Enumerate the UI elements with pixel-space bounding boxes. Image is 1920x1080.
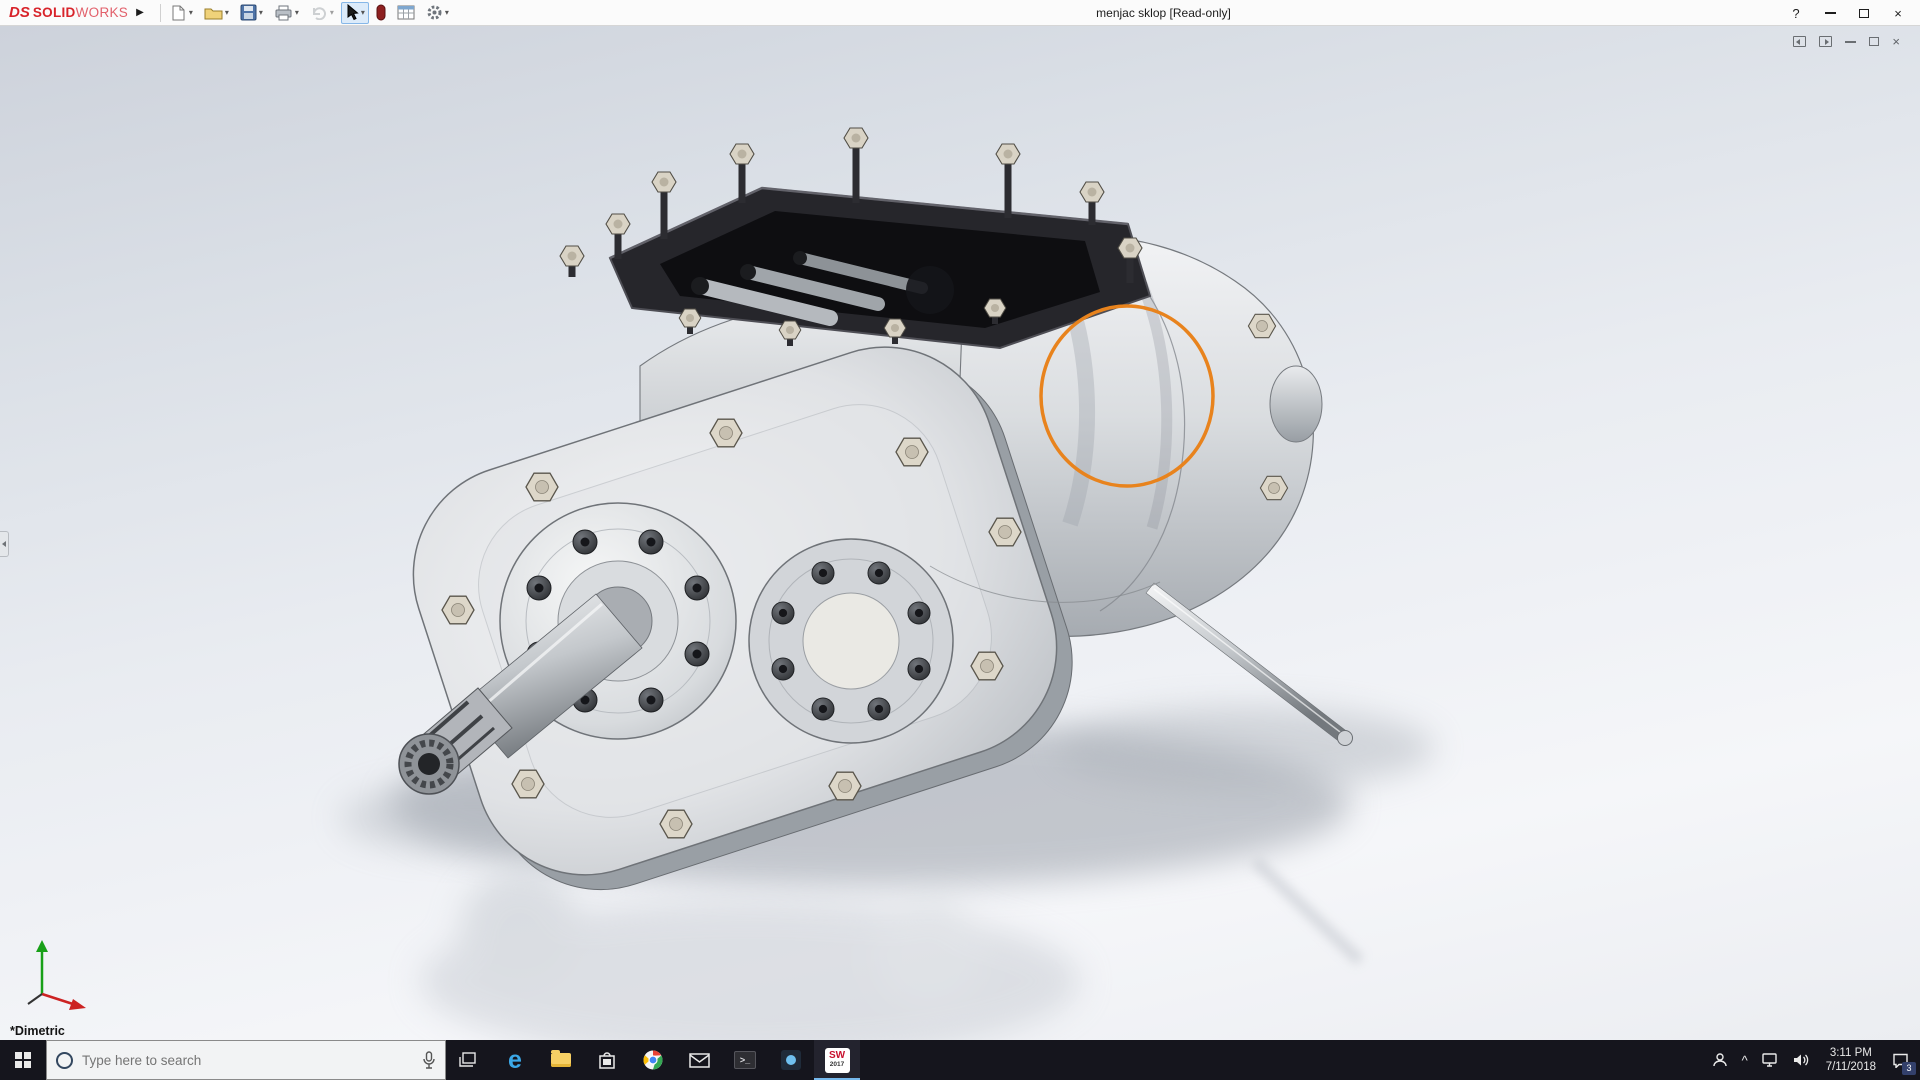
hidden-icons-button[interactable]: ^ xyxy=(1735,1040,1755,1080)
triad-x-axis xyxy=(42,994,76,1005)
design-table-button[interactable] xyxy=(393,2,419,24)
caret-up-icon: ^ xyxy=(1742,1053,1748,1068)
app-terminal[interactable]: >_ xyxy=(722,1040,768,1080)
appearance-pill-icon xyxy=(376,4,386,21)
gearbox-model[interactable] xyxy=(0,26,1920,1040)
help-button[interactable]: ? xyxy=(1782,2,1810,24)
folder-icon xyxy=(551,1053,571,1067)
document-window-controls: × xyxy=(1793,35,1900,48)
new-document-button[interactable]: ▾ xyxy=(165,2,197,24)
windows-logo-icon xyxy=(15,1052,31,1068)
select-cursor-icon xyxy=(345,4,359,21)
taskbar-clock[interactable]: 3:11 PM 7/11/2018 xyxy=(1817,1046,1885,1074)
window-controls: ? × xyxy=(1782,0,1912,26)
app-mail[interactable] xyxy=(676,1040,722,1080)
clock-time: 3:11 PM xyxy=(1826,1046,1876,1060)
triad-z-axis xyxy=(28,994,42,1004)
idler-cover xyxy=(749,539,953,743)
open-document-button[interactable]: ▾ xyxy=(200,2,233,24)
logo-solid: SOLID xyxy=(33,5,76,20)
minimize-icon xyxy=(1825,12,1836,14)
system-tray: ^ 3:11 PM 7/11/2018 3 xyxy=(1705,1040,1920,1080)
window-float-icon[interactable] xyxy=(1793,36,1806,47)
document-minimize-icon[interactable] xyxy=(1845,41,1856,43)
microphone-icon[interactable] xyxy=(422,1051,436,1069)
orientation-triad xyxy=(8,932,96,1020)
search-input[interactable] xyxy=(82,1053,413,1068)
app-solidworks[interactable]: SW 2017 xyxy=(814,1040,860,1080)
solidworks-window: DS SOLIDWORKS ▶ ▾ ▾ ▾ ▾ ▾ xyxy=(0,0,1920,1080)
network-button[interactable] xyxy=(1755,1040,1786,1080)
start-button[interactable] xyxy=(0,1040,46,1080)
people-button[interactable] xyxy=(1705,1040,1735,1080)
app-photos[interactable] xyxy=(768,1040,814,1080)
taskbar: e >_ SW 2017 ^ xyxy=(0,1040,1920,1080)
document-restore-icon[interactable] xyxy=(1869,37,1879,46)
cortana-icon xyxy=(56,1052,73,1069)
edge-icon: e xyxy=(508,1048,522,1073)
document-title: menjac sklop [Read-only] xyxy=(1096,6,1231,20)
logo-works: WORKS xyxy=(76,5,129,20)
task-view-icon xyxy=(459,1052,479,1068)
select-tool-button[interactable]: ▾ xyxy=(341,2,369,24)
app-browser[interactable] xyxy=(630,1040,676,1080)
app-edge[interactable]: e xyxy=(492,1040,538,1080)
options-button[interactable]: ▾ xyxy=(422,2,453,24)
action-center-button[interactable]: 3 xyxy=(1885,1040,1916,1080)
appearance-button[interactable] xyxy=(372,2,390,24)
triad-y-arrowhead xyxy=(36,940,48,952)
network-icon xyxy=(1762,1053,1779,1067)
titlebar: DS SOLIDWORKS ▶ ▾ ▾ ▾ ▾ ▾ xyxy=(0,0,1920,26)
maximize-button[interactable] xyxy=(1850,2,1878,24)
app-store[interactable] xyxy=(584,1040,630,1080)
maximize-icon xyxy=(1859,9,1869,18)
graphics-area[interactable]: × *Dimetric xyxy=(0,26,1920,1040)
window-dock-icon[interactable] xyxy=(1819,36,1832,47)
undo-arrow-icon xyxy=(310,5,328,20)
new-document-icon xyxy=(169,4,187,22)
solidworks-logo: DS SOLIDWORKS xyxy=(0,4,134,21)
mail-envelope-icon xyxy=(689,1053,710,1068)
minimize-button[interactable] xyxy=(1816,2,1844,24)
table-grid-icon xyxy=(397,5,415,20)
view-orientation-label: *Dimetric xyxy=(10,1024,65,1038)
triad-x-arrowhead xyxy=(69,999,86,1010)
toolbar-divider xyxy=(160,4,161,22)
app-file-explorer[interactable] xyxy=(538,1040,584,1080)
quick-access-toolbar: ▾ ▾ ▾ ▾ ▾ ▾ xyxy=(165,2,453,24)
volume-icon xyxy=(1793,1053,1810,1067)
taskbar-search[interactable] xyxy=(46,1040,446,1080)
volume-button[interactable] xyxy=(1786,1040,1817,1080)
terminal-icon: >_ xyxy=(734,1051,756,1069)
photos-icon xyxy=(781,1050,801,1070)
printer-icon xyxy=(274,4,293,21)
browser-circle-icon xyxy=(642,1049,664,1071)
save-floppy-icon xyxy=(240,4,257,21)
store-bag-icon xyxy=(598,1050,616,1070)
menu-expand-arrow-icon[interactable]: ▶ xyxy=(136,7,144,18)
save-button[interactable]: ▾ xyxy=(236,2,267,24)
clock-date: 7/11/2018 xyxy=(1826,1060,1876,1074)
notification-badge: 3 xyxy=(1902,1062,1916,1075)
print-button[interactable]: ▾ xyxy=(270,2,303,24)
panel-collapse-tab[interactable] xyxy=(0,531,9,557)
open-folder-icon xyxy=(204,5,223,21)
close-button[interactable]: × xyxy=(1884,2,1912,24)
document-close-icon[interactable]: × xyxy=(1892,35,1900,48)
ds-logo-mark: DS xyxy=(9,4,30,21)
options-gear-icon xyxy=(426,4,443,21)
solidworks-app-icon: SW 2017 xyxy=(825,1048,850,1073)
people-icon xyxy=(1712,1052,1728,1068)
task-view-button[interactable] xyxy=(446,1040,492,1080)
undo-button[interactable]: ▾ xyxy=(306,2,338,24)
